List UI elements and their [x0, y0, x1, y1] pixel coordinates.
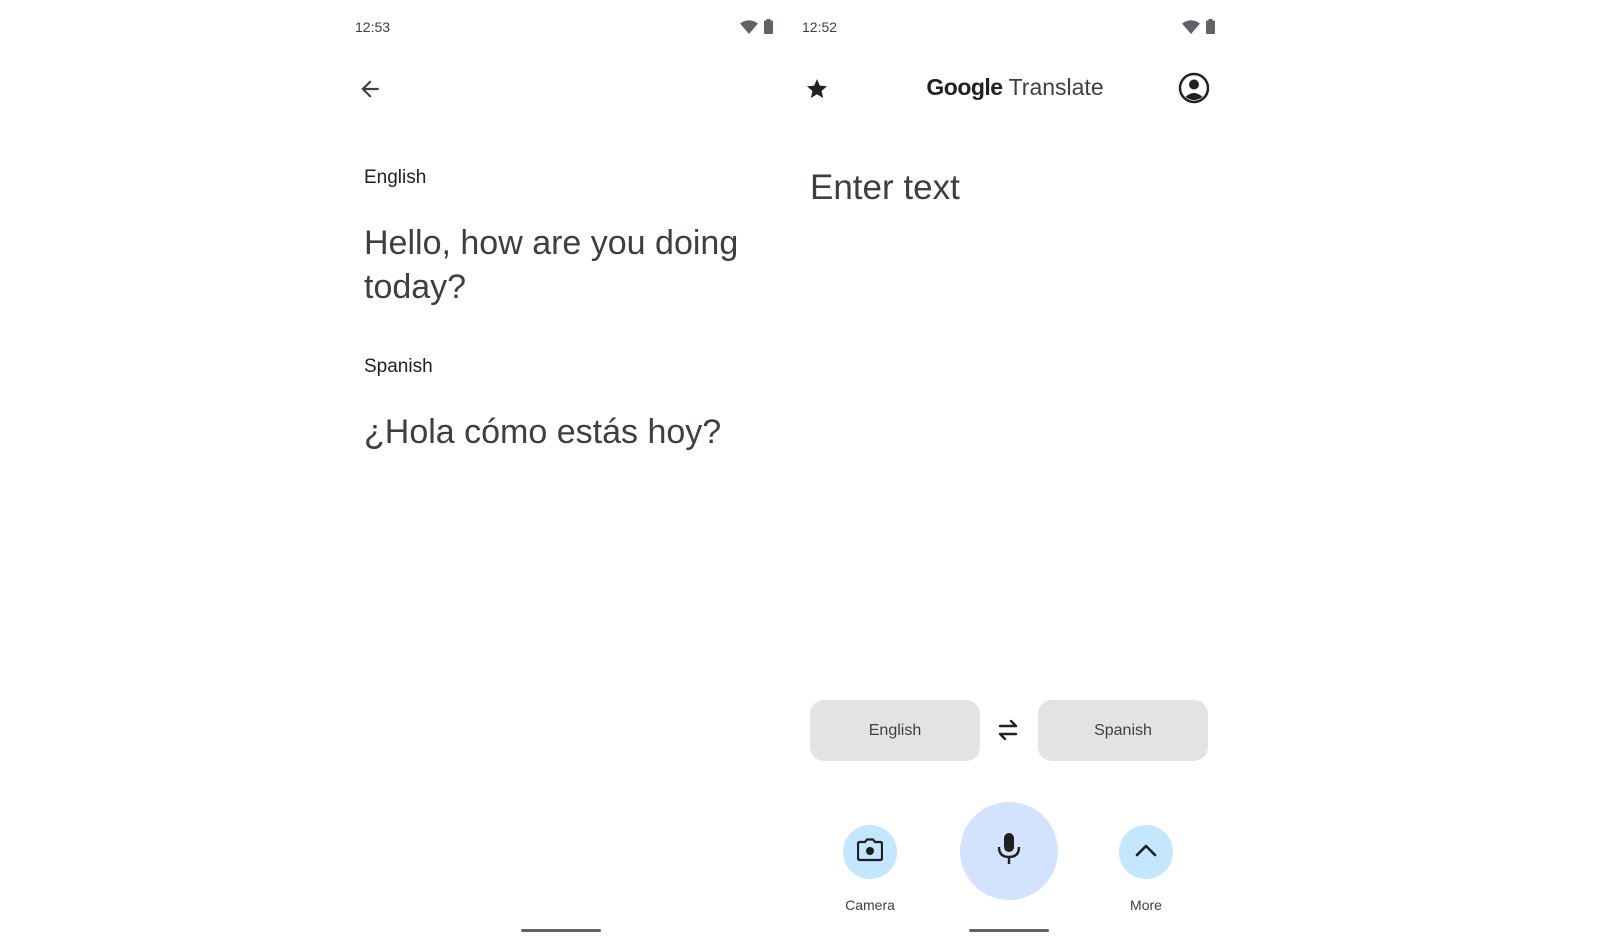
translation-detail-screen: 12:53 English Hello, how are you doing t… — [355, 0, 773, 939]
arrow-back-icon — [357, 80, 383, 106]
status-time: 12:53 — [355, 19, 391, 35]
source-language-label: English — [364, 167, 427, 188]
status-icons — [1182, 19, 1215, 34]
camera-button[interactable] — [843, 825, 897, 879]
translate-home-screen: 12:52 Google Translate English — [800, 0, 1230, 939]
home-indicator[interactable] — [969, 929, 1049, 932]
mic-icon — [996, 832, 1022, 871]
source-language-label: English — [868, 721, 922, 739]
target-language-label: Spanish — [364, 356, 433, 377]
target-language-button[interactable]: Spanish — [1038, 700, 1208, 761]
source-language-button[interactable]: English — [810, 700, 980, 761]
wifi-icon — [1182, 19, 1200, 34]
logo-product: Translate — [1008, 74, 1104, 100]
translated-phrase: ¿Hola cómo estás hoy? — [364, 413, 722, 451]
back-button[interactable] — [357, 76, 383, 102]
account-circle-icon — [1178, 72, 1210, 108]
camera-label: Camera — [845, 897, 895, 913]
target-language-label: Spanish — [1094, 721, 1152, 739]
status-bar: 12:52 — [800, 0, 1230, 54]
swap-icon — [994, 719, 1022, 746]
source-phrase: Hello, how are you doing today? — [364, 224, 739, 306]
status-bar: 12:53 — [355, 0, 773, 54]
chevron-up-icon — [1135, 843, 1157, 862]
battery-icon — [1206, 19, 1215, 34]
more-label: More — [1130, 897, 1162, 913]
account-button[interactable] — [1178, 72, 1210, 104]
camera-icon — [856, 837, 884, 867]
swap-languages-button[interactable] — [994, 718, 1022, 742]
more-button[interactable] — [1119, 825, 1173, 879]
status-icons — [740, 19, 773, 34]
text-input[interactable] — [810, 166, 1210, 210]
wifi-icon — [740, 19, 758, 34]
app-logo: Google Translate — [800, 74, 1230, 101]
status-time: 12:52 — [802, 19, 838, 35]
battery-icon — [764, 19, 773, 34]
voice-input-button[interactable] — [960, 802, 1058, 900]
logo-brand: Google — [926, 74, 1003, 100]
home-indicator[interactable] — [521, 929, 601, 932]
